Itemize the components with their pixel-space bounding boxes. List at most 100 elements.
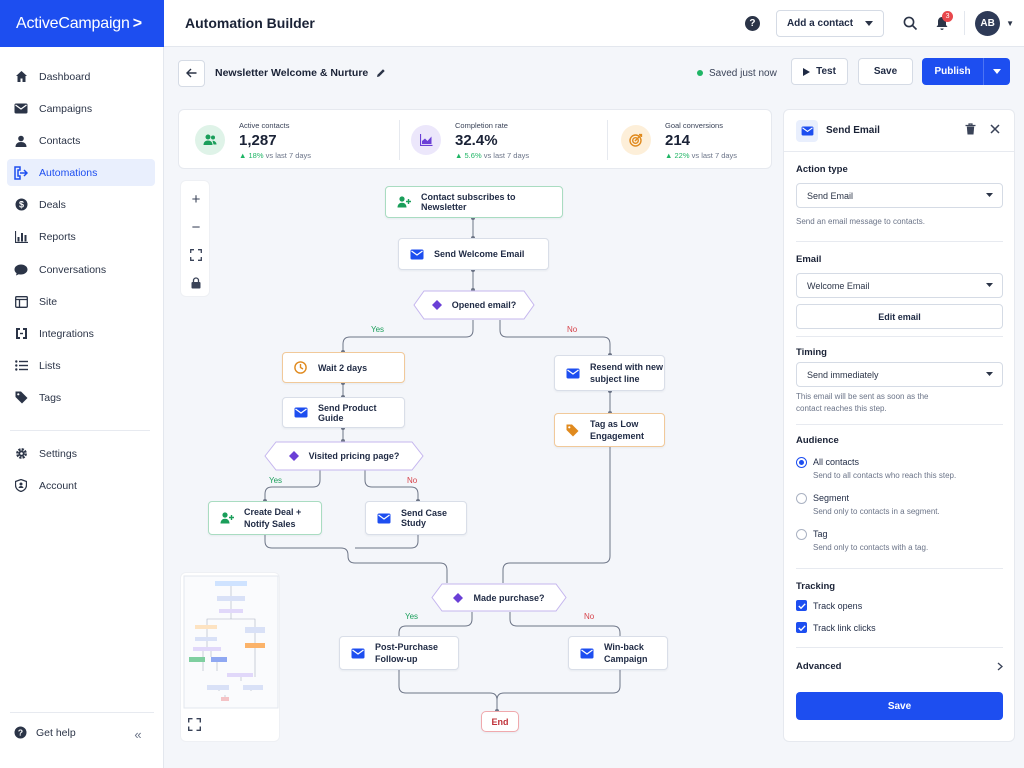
action-type-hint: Send an email message to contacts. <box>796 217 925 226</box>
edit-email-button[interactable]: Edit email <box>796 304 1003 329</box>
collapse-sidebar-icon[interactable]: « <box>124 724 152 744</box>
stat-change-suffix: vs last 7 days <box>483 150 530 160</box>
automation-name[interactable]: Newsletter Welcome & Nurture <box>215 67 368 79</box>
audience-segment-radio[interactable]: Segment Send only to contacts in a segmen… <box>796 492 940 516</box>
send-case-study-node[interactable]: Send Case Study <box>365 501 467 535</box>
add-contact-button[interactable]: Add a contact <box>775 9 885 37</box>
search-icon[interactable] <box>900 13 920 33</box>
close-icon[interactable] <box>990 124 1000 137</box>
radio-sub: Send only to contacts with a tag. <box>813 543 929 552</box>
stat-change-value: 18% <box>248 150 264 160</box>
stat-change-value: 5.6% <box>464 150 482 160</box>
notification-badge: 3 <box>942 11 954 22</box>
tag-low-engagement-node[interactable]: Tag as Low Engagement <box>554 413 665 447</box>
sidebar-item-settings[interactable]: Settings <box>7 440 155 467</box>
stat-active-contacts: Active contacts 1,287 ▲ 18% vs last 7 days <box>195 110 311 170</box>
back-button[interactable] <box>178 59 205 87</box>
send-welcome-email-node[interactable]: Send Welcome Email <box>398 238 549 270</box>
node-label: Wait 2 days <box>318 362 368 373</box>
win-back-node[interactable]: Win-back Campaign <box>568 636 668 670</box>
sidebar-item-conversations[interactable]: Conversations <box>7 256 155 283</box>
end-node[interactable]: End <box>481 711 519 732</box>
track-clicks-checkbox[interactable]: Track link clicks <box>796 622 876 633</box>
avatar-menu-chevron-icon[interactable]: ▼ <box>1006 19 1014 28</box>
lock-icon[interactable] <box>181 269 211 297</box>
svg-text:$: $ <box>18 200 23 210</box>
timing-value: Send immediately <box>807 369 879 380</box>
sidebar-item-lists[interactable]: Lists <box>7 352 155 379</box>
avatar[interactable]: AB <box>975 10 1001 36</box>
save-button[interactable]: Save <box>858 58 913 85</box>
fit-screen-icon[interactable] <box>181 241 211 269</box>
save-status: Saved just now <box>697 68 777 79</box>
action-type-select[interactable]: Send Email <box>796 183 1003 208</box>
node-label: Follow-up <box>375 654 418 664</box>
sidebar-item-automations[interactable]: Automations <box>7 159 155 186</box>
create-deal-node[interactable]: Create Deal + Notify Sales <box>208 501 322 535</box>
sidebar-item-tags[interactable]: Tags <box>7 384 155 411</box>
sidebar-divider <box>10 430 150 431</box>
made-purchase-condition[interactable]: Made purchase? <box>431 583 567 613</box>
opened-email-condition[interactable]: Opened email? <box>413 290 535 320</box>
trigger-node[interactable]: Contact subscribes to Newsletter <box>385 186 563 218</box>
node-label: Opened email? <box>451 300 517 310</box>
publish-button[interactable]: Publish <box>922 58 983 85</box>
mail-icon <box>376 511 391 526</box>
get-help-label: Get help <box>36 726 76 739</box>
bell-icon[interactable]: 3 <box>932 11 954 33</box>
sidebar-item-account[interactable]: Account <box>7 472 155 499</box>
minimap[interactable] <box>180 572 280 742</box>
sidebar-item-integrations[interactable]: Integrations <box>7 320 155 347</box>
divider <box>796 336 1003 337</box>
sidebar-item-label: Site <box>39 295 58 308</box>
brand-logo[interactable]: ActiveCampaign > <box>0 0 164 47</box>
email-select[interactable]: Welcome Email <box>796 273 1003 298</box>
sidebar-item-campaigns[interactable]: Campaigns <box>7 95 155 122</box>
get-help-link[interactable]: ? Get help <box>14 726 76 739</box>
top-bar: Automation Builder ? Add a contact 3 AB … <box>164 0 1024 47</box>
target-icon <box>621 125 651 155</box>
expand-minimap-icon[interactable] <box>188 718 201 734</box>
visited-pricing-condition[interactable]: Visited pricing page? <box>264 441 424 471</box>
no-label: No <box>407 476 418 485</box>
advanced-section-toggle[interactable]: Advanced <box>796 661 1003 672</box>
pencil-icon[interactable] <box>376 68 386 78</box>
sidebar-item-label: Conversations <box>39 263 107 276</box>
sidebar-item-contacts[interactable]: Contacts <box>7 127 155 154</box>
test-button[interactable]: Test <box>791 58 848 85</box>
radio-unselected-icon <box>796 493 807 504</box>
panel-save-button[interactable]: Save <box>796 692 1003 720</box>
timing-select[interactable]: Send immediately <box>796 362 1003 387</box>
trash-icon[interactable] <box>965 123 976 138</box>
help-icon[interactable]: ? <box>744 15 760 31</box>
node-label: subject line <box>590 374 640 384</box>
node-label: Win-back <box>604 642 644 652</box>
zoom-in-icon[interactable]: + <box>181 185 211 213</box>
sidebar-item-dashboard[interactable]: Dashboard <box>7 63 155 90</box>
radio-label: Segment <box>813 493 850 503</box>
yes-label: Yes <box>269 476 283 485</box>
automation-header: Newsletter Welcome & Nurture Saved just … <box>178 58 1010 88</box>
divider <box>796 647 1003 648</box>
stat-label: Completion rate <box>455 120 508 130</box>
track-opens-checkbox[interactable]: Track opens <box>796 600 862 611</box>
publish-options-chevron-icon[interactable] <box>983 58 1010 85</box>
add-contact-label: Add a contact <box>786 17 854 29</box>
stat-change-arrow-icon: ▲ <box>665 150 675 160</box>
audience-tag-radio[interactable]: Tag Send only to contacts with a tag. <box>796 528 928 552</box>
post-purchase-node[interactable]: Post-Purchase Follow-up <box>339 636 459 670</box>
stat-change-suffix: vs last 7 days <box>265 150 312 160</box>
zoom-out-icon[interactable]: − <box>181 213 211 241</box>
node-label: Contact subscribes to Newsletter <box>421 192 516 212</box>
node-label: Made purchase? <box>473 593 545 603</box>
resend-node[interactable]: Resend with new subject line <box>554 355 665 391</box>
sidebar-item-site[interactable]: Site <box>7 288 155 315</box>
wait-node[interactable]: Wait 2 days <box>282 352 405 383</box>
sidebar-item-reports[interactable]: Reports <box>7 223 155 250</box>
sidebar-item-deals[interactable]: $ Deals <box>7 191 155 218</box>
home-icon <box>14 70 28 84</box>
send-product-guide-node[interactable]: Send Product Guide <box>282 397 405 428</box>
audience-all-contacts-radio[interactable]: All contacts Send to all contacts who rea… <box>796 456 956 480</box>
arrow-left-icon <box>186 68 197 78</box>
stat-change: ▲ 22% vs last 7 days <box>665 151 737 160</box>
